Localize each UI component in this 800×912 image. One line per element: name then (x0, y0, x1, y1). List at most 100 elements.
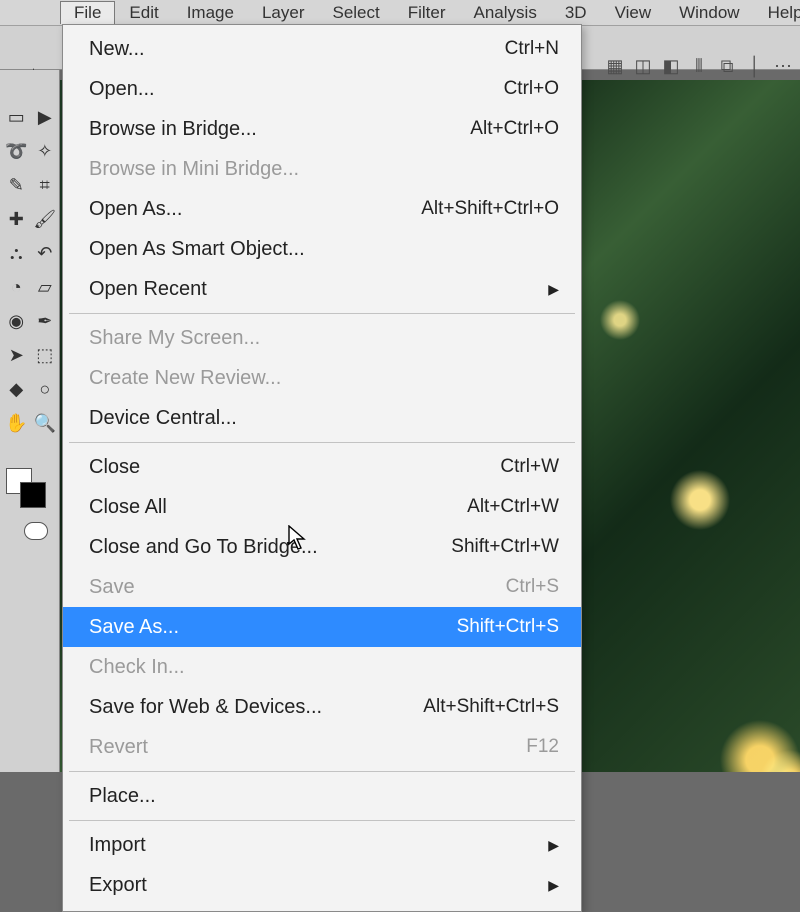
history-brush-icon[interactable]: ↶ (33, 240, 58, 266)
menu-item-label: Save (89, 572, 135, 602)
layout2-icon[interactable]: ◧ (660, 56, 682, 77)
menu-filter[interactable]: Filter (394, 1, 460, 25)
menu-item-label: Share My Screen... (89, 323, 260, 353)
menu-item-save-as[interactable]: Save As... Shift+Ctrl+S (63, 607, 581, 647)
menu-edit[interactable]: Edit (115, 1, 172, 25)
menu-item-place[interactable]: Place... (63, 776, 581, 816)
marquee-icon[interactable]: ▭ (4, 104, 29, 130)
menu-item-label: Close and Go To Bridge... (89, 532, 318, 562)
path-select-icon[interactable]: ⬚ (33, 342, 58, 368)
menu-item-open[interactable]: Open... Ctrl+O (63, 69, 581, 109)
menu-item-shortcut: Ctrl+N (505, 35, 559, 64)
menu-item-export[interactable]: Export ▶ (63, 865, 581, 905)
menu-item-new[interactable]: New... Ctrl+N (63, 29, 581, 69)
menu-item-label: Export (89, 870, 147, 900)
menu-view[interactable]: View (601, 1, 666, 25)
bucket-icon[interactable]: ◔ (4, 274, 29, 300)
eraser-icon[interactable]: ▱ (33, 274, 58, 300)
grid-icon[interactable]: ▦ (604, 56, 626, 77)
menu-item-close-and-go-to-bridge[interactable]: Close and Go To Bridge... Shift+Ctrl+W (63, 527, 581, 567)
menu-item-label: Revert (89, 732, 148, 762)
menu-item-open-as-smart-object[interactable]: Open As Smart Object... (63, 229, 581, 269)
shape2-icon[interactable]: ○ (33, 376, 58, 402)
arrow-right-icon[interactable]: ▶ (33, 104, 58, 130)
menu-item-label: Browse in Bridge... (89, 114, 257, 144)
submenu-arrow-icon: ▶ (548, 835, 559, 856)
divider-icon[interactable]: │ (744, 56, 766, 77)
submenu-arrow-icon: ▶ (548, 279, 559, 300)
menu-item-check-in: Check In... (63, 647, 581, 687)
pointer-icon[interactable]: ➤ (4, 342, 29, 368)
menu-layer[interactable]: Layer (248, 1, 319, 25)
magic-wand-icon[interactable]: ✧ (33, 138, 58, 164)
submenu-arrow-icon: ▶ (548, 875, 559, 896)
healing-icon[interactable]: ✚ (4, 206, 29, 232)
brush-icon[interactable]: 🖌 (33, 206, 58, 232)
menu-item-label: Open Recent (89, 274, 207, 304)
panel-l-icon[interactable]: ⦀ (688, 56, 710, 77)
pen-icon[interactable]: ✒ (33, 308, 58, 334)
menu-item-shortcut: Ctrl+W (500, 453, 559, 482)
menu-item-revert: Revert F12 (63, 727, 581, 767)
menu-item-shortcut: Ctrl+S (506, 573, 559, 602)
menu-item-close-all[interactable]: Close All Alt+Ctrl+W (63, 487, 581, 527)
menu-item-close[interactable]: Close Ctrl+W (63, 447, 581, 487)
crop-icon[interactable]: ⌗ (33, 172, 58, 198)
menu-item-shortcut: Alt+Ctrl+O (470, 115, 559, 144)
blur-icon[interactable]: ◉ (4, 308, 29, 334)
menu-item-label: Save for Web & Devices... (89, 692, 322, 722)
stamp-icon[interactable]: ⛬ (4, 240, 29, 266)
menu-item-shortcut: Ctrl+O (504, 75, 559, 104)
menu-item-label: New... (89, 34, 145, 64)
menu-item-shortcut: Alt+Ctrl+W (467, 493, 559, 522)
layout-icon[interactable]: ◫ (632, 56, 654, 77)
lasso-icon[interactable]: ➰ (4, 138, 29, 164)
menu-item-label: Device Central... (89, 403, 237, 433)
menu-analysis[interactable]: Analysis (460, 1, 551, 25)
menu-file[interactable]: File (60, 1, 115, 24)
menu-item-label: Open... (89, 74, 155, 104)
menu-item-create-new-review: Create New Review... (63, 358, 581, 398)
zoom-icon[interactable]: 🔍 (33, 410, 58, 436)
menu-select[interactable]: Select (318, 1, 393, 25)
menu-item-share-my-screen: Share My Screen... (63, 318, 581, 358)
menu-item-open-recent[interactable]: Open Recent ▶ (63, 269, 581, 309)
panel-r-icon[interactable]: ⧉ (716, 56, 738, 77)
menu-item-shortcut: Alt+Shift+Ctrl+O (421, 195, 559, 224)
menu-item-browse-in-mini-bridge: Browse in Mini Bridge... (63, 149, 581, 189)
menu-separator (69, 313, 575, 314)
menu-item-label: Open As... (89, 194, 182, 224)
menu-item-label: Save As... (89, 612, 179, 642)
menu-item-label: Browse in Mini Bridge... (89, 154, 299, 184)
menu-separator (69, 442, 575, 443)
menu-item-device-central[interactable]: Device Central... (63, 398, 581, 438)
menu-item-shortcut: Alt+Shift+Ctrl+S (423, 693, 559, 722)
menu-item-label: Close (89, 452, 140, 482)
more-icon[interactable]: ⋯ (772, 56, 794, 77)
hand-icon[interactable]: ✋ (4, 410, 29, 436)
menu-item-label: Import (89, 830, 146, 860)
menu-help[interactable]: Help (754, 1, 800, 25)
menu-window[interactable]: Window (665, 1, 753, 25)
options-bar-right-icons: ▦ ◫ ◧ ⦀ ⧉ │ ⋯ (604, 56, 794, 77)
menubar: FileEditImageLayerSelectFilterAnalysis3D… (0, 0, 800, 26)
menu-item-shortcut: Shift+Ctrl+W (451, 533, 559, 562)
tool-panel: ▭▶➰✧✎⌗✚🖌⛬↶◔▱◉✒➤⬚◆○✋🔍 (0, 70, 60, 772)
menu-item-label: Open As Smart Object... (89, 234, 305, 264)
menu-item-shortcut: Shift+Ctrl+S (457, 613, 559, 642)
file-menu-dropdown: New... Ctrl+N Open... Ctrl+O Browse in Bridg… (62, 24, 582, 912)
menu-3d[interactable]: 3D (551, 1, 601, 25)
menu-item-save-for-web-devices[interactable]: Save for Web & Devices... Alt+Shift+Ctrl+… (63, 687, 581, 727)
menu-item-open-as[interactable]: Open As... Alt+Shift+Ctrl+O (63, 189, 581, 229)
eyedropper-icon[interactable]: ✎ (4, 172, 29, 198)
menu-separator (69, 820, 575, 821)
menu-item-shortcut: F12 (526, 733, 559, 762)
background-swatch[interactable] (20, 482, 46, 508)
quickmask-icon[interactable] (24, 522, 48, 540)
menu-item-browse-in-bridge[interactable]: Browse in Bridge... Alt+Ctrl+O (63, 109, 581, 149)
menu-item-label: Close All (89, 492, 167, 522)
menu-item-label: Check In... (89, 652, 185, 682)
menu-item-import[interactable]: Import ▶ (63, 825, 581, 865)
menu-image[interactable]: Image (173, 1, 248, 25)
shape-icon[interactable]: ◆ (4, 376, 29, 402)
